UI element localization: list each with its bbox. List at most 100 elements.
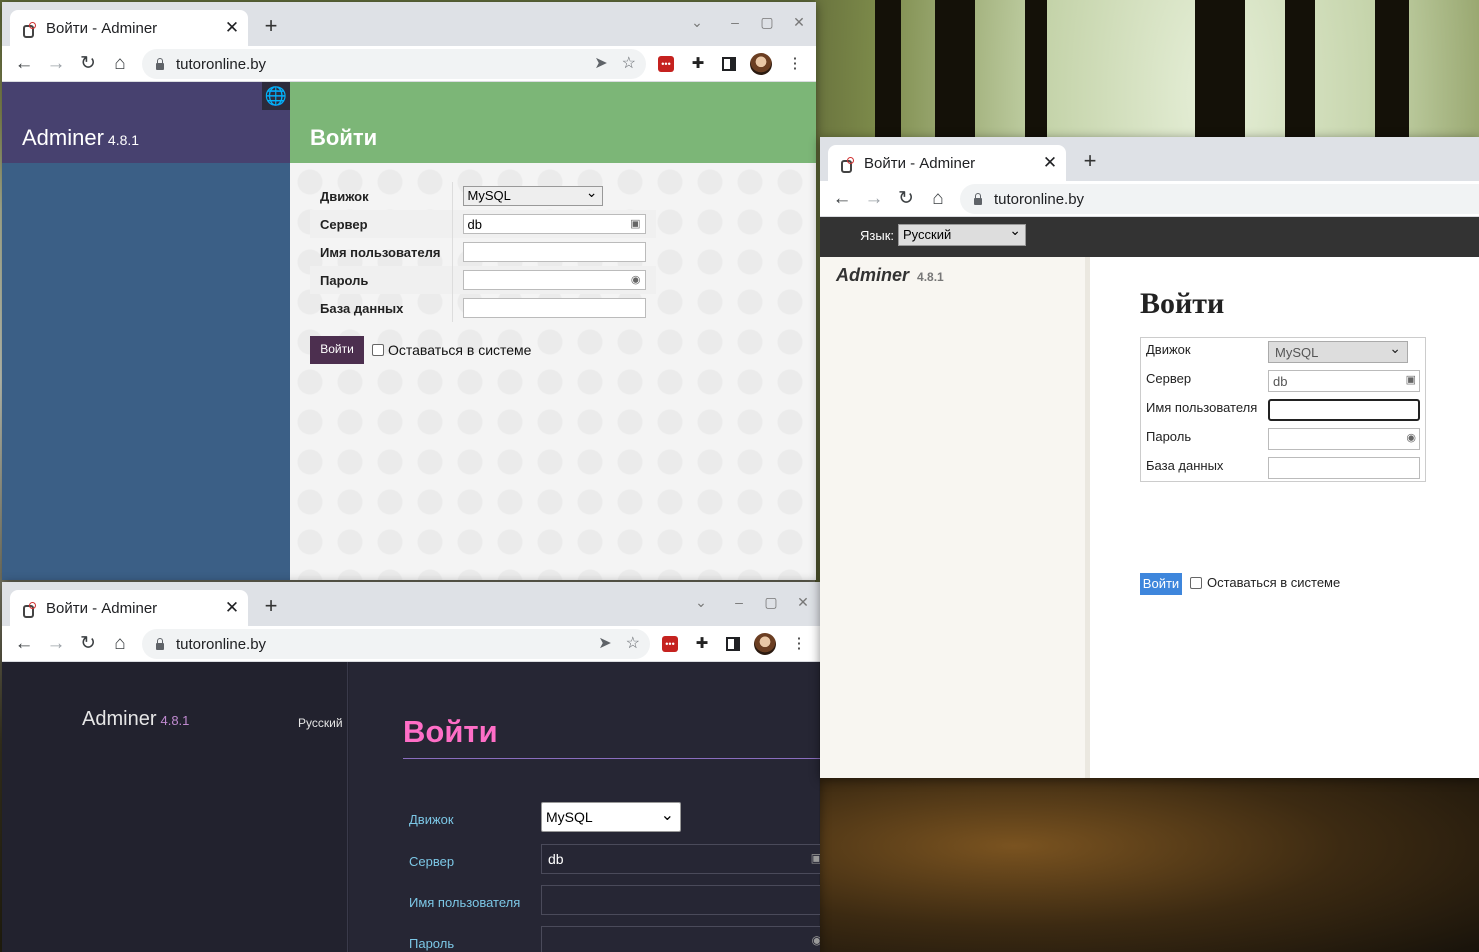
page-content: Adminer4.8.1 🌐 Войти Движок MySQL Сервер… [2,82,816,580]
login-button[interactable]: Войти [310,336,364,364]
browser-window-1: Войти - Adminer ✕ + ⌄ – ▢ ✕ ← → ↻ ⌂ tuto… [2,2,816,580]
language-select[interactable]: Русский [898,222,1026,246]
adminer-favicon-icon [22,21,36,38]
login-button[interactable]: Войти [1140,573,1182,595]
lock-icon [156,57,164,70]
login-form: Движок MySQL Сервер db▣ Имя пользователя… [310,182,656,322]
star-icon[interactable]: ☆ [626,633,640,653]
close-tab-icon[interactable]: ✕ [1042,153,1058,173]
extension-lastpass-icon[interactable]: ••• [662,636,678,652]
page-title: Войти [310,125,378,150]
password-label: Пароль [409,936,455,951]
language-bar: Язык: Русский [820,217,1479,257]
engine-select[interactable]: MySQL [1268,340,1408,363]
profile-avatar[interactable] [750,53,772,75]
browser-tab[interactable]: Войти - Adminer ✕ [10,590,248,626]
extension-lastpass-icon[interactable]: ••• [658,56,674,72]
globe-icon[interactable]: 🌐 [262,82,290,110]
close-window-icon[interactable]: ✕ [790,14,808,31]
server-label: Сервер [310,210,453,238]
username-input[interactable] [1268,399,1420,421]
password-input[interactable]: ◉ [1268,428,1420,450]
password-label: Пароль [1146,429,1192,444]
brand[interactable]: Adminer 4.8.1 [22,125,139,151]
adminer-favicon-icon [840,156,854,173]
star-icon[interactable]: ☆ [622,53,636,73]
server-label: Сервер [1146,371,1192,386]
username-input[interactable] [462,242,646,262]
remember-label[interactable]: Оставаться в системе [1207,575,1340,590]
password-label: Пароль [310,266,453,294]
server-input[interactable]: db ▣ [462,214,646,234]
minimize-icon[interactable]: – [726,14,744,30]
address-bar[interactable]: tutoronline.by ➤ ☆ [142,49,646,79]
browser-tab[interactable]: Войти - Adminer ✕ [10,10,248,46]
maximize-icon[interactable]: ▢ [762,594,780,611]
language-link[interactable]: Русский [298,716,343,730]
tab-strip: Войти - Adminer ✕ + [820,137,1479,181]
tab-search-icon[interactable]: ⌄ [692,594,710,611]
browser-toolbar: ← → ↻ ⌂ tutoronline.by ➤ ☆ ••• ✚ ⋮ [2,626,820,662]
autofill-icon: ▣ [1405,374,1416,386]
engine-select[interactable]: MySQL [541,802,681,832]
back-icon[interactable]: ← [830,187,854,211]
forward-icon[interactable]: → [44,52,68,76]
close-window-icon[interactable]: ✕ [794,594,812,611]
menu-icon[interactable]: ⋮ [784,52,806,76]
side-panel-icon[interactable] [726,637,740,651]
password-input[interactable]: ◉ [462,270,646,290]
share-icon[interactable]: ➤ [594,53,607,73]
sidebar: Adminer 4.8.1 Русский [2,662,348,952]
brand[interactable]: Adminer 4.8.1 [82,708,189,731]
remember-label[interactable]: Оставаться в системе [388,342,531,358]
forward-icon[interactable]: → [44,632,68,656]
reload-icon[interactable]: ↻ [76,52,100,76]
engine-label: Движок [1146,342,1191,357]
home-icon[interactable]: ⌂ [108,632,132,656]
username-label: Имя пользователя [409,895,521,910]
close-tab-icon[interactable]: ✕ [224,18,240,38]
home-icon[interactable]: ⌂ [926,187,950,211]
remember-checkbox[interactable] [1190,577,1202,589]
back-icon[interactable]: ← [12,52,36,76]
username-input[interactable] [541,885,820,915]
reload-icon[interactable]: ↻ [76,632,100,656]
reload-icon[interactable]: ↻ [894,187,918,211]
engine-select[interactable]: MySQL [462,184,603,206]
new-tab-button[interactable]: + [258,13,284,39]
lock-icon [974,192,982,205]
minimize-icon[interactable]: – [730,594,748,610]
new-tab-button[interactable]: + [1077,148,1103,174]
extensions-icon[interactable]: ✚ [691,632,713,656]
server-label: Сервер [409,854,455,869]
url-text: tutoronline.by [176,55,267,73]
brand[interactable]: Adminer 4.8.1 [836,265,944,286]
address-bar[interactable]: tutoronline.by [960,184,1479,214]
close-tab-icon[interactable]: ✕ [224,598,240,618]
home-icon[interactable]: ⌂ [108,52,132,76]
extensions-icon[interactable]: ✚ [687,52,709,76]
address-bar[interactable]: tutoronline.by ➤ ☆ [142,629,650,659]
forward-icon[interactable]: → [862,187,886,211]
database-input[interactable] [462,298,646,318]
server-input[interactable]: db ▣ [1268,370,1420,392]
side-panel-icon[interactable] [722,57,736,71]
database-label: База данных [310,294,453,322]
url-text: tutoronline.by [176,635,267,653]
browser-tab[interactable]: Войти - Adminer ✕ [828,145,1066,181]
profile-avatar[interactable] [754,633,776,655]
server-input[interactable]: db ▣ [541,844,820,874]
password-key-icon: ◉ [1406,432,1416,444]
menu-icon[interactable]: ⋮ [788,632,810,656]
back-icon[interactable]: ← [12,632,36,656]
password-input[interactable]: ◉ [541,926,820,952]
tab-search-icon[interactable]: ⌄ [688,14,706,31]
sidebar: Adminer 4.8.1 🌐 [2,82,290,580]
database-input[interactable] [1268,457,1420,479]
maximize-icon[interactable]: ▢ [758,14,776,31]
new-tab-button[interactable]: + [258,593,284,619]
remember-checkbox[interactable] [372,344,384,356]
browser-toolbar: ← → ↻ ⌂ tutoronline.by [820,181,1479,217]
database-label: База данных [1146,458,1224,473]
share-icon[interactable]: ➤ [598,633,611,653]
